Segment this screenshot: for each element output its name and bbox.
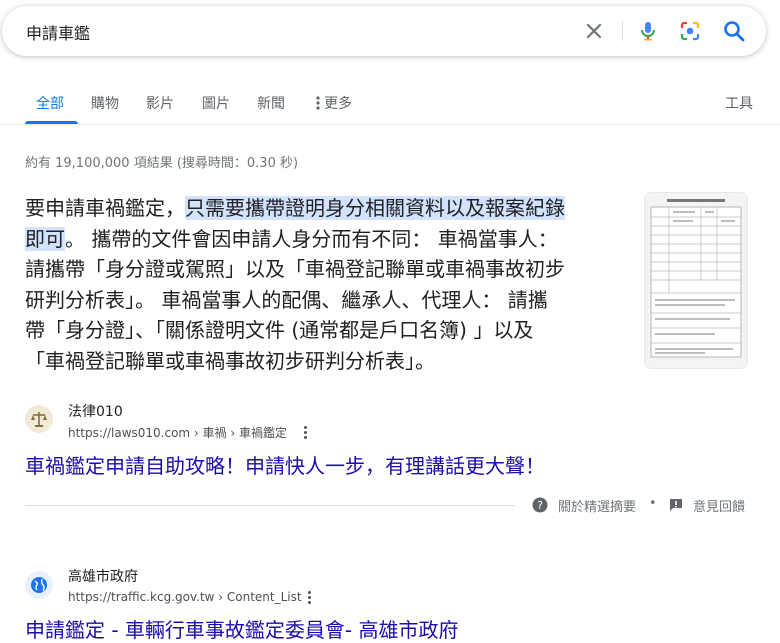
search-tabs: 全部 購物 影片 圖片 新聞 更多 工具 xyxy=(0,90,780,124)
snippet-line: 「車禍登記聯單或車禍事故初步研判分析表」。 xyxy=(25,348,435,373)
tools-button[interactable]: 工具 xyxy=(725,93,753,113)
snippet-line: 研判分析表」。 車禍當事人的配偶、繼承人、代理人： 請攜 xyxy=(25,287,548,312)
featured-snippet-text: 要申請車禍鑑定，只需要攜帶證明身分相關資料以及報案紀錄 即可。 攜帶的文件會因申… xyxy=(25,193,625,376)
microphone-icon[interactable] xyxy=(636,19,660,43)
lens-icon[interactable] xyxy=(678,19,702,43)
tab-videos[interactable]: 影片 xyxy=(146,93,174,113)
tab-shopping[interactable]: 購物 xyxy=(91,93,119,113)
snippet-thumbnail[interactable] xyxy=(644,192,748,369)
result-url[interactable]: https://traffic.kcg.gov.tw › Content_Lis… xyxy=(68,590,302,604)
site-favicon-icon[interactable] xyxy=(25,405,53,433)
help-icon[interactable]: ? xyxy=(532,497,548,517)
result-url[interactable]: https://laws010.com › 車禍 › 車禍鑑定 xyxy=(68,424,287,441)
divider xyxy=(25,505,515,506)
tab-images[interactable]: 圖片 xyxy=(202,93,230,113)
footer-separator: • xyxy=(649,496,657,511)
result-title-link[interactable]: 車禍鑑定申請自助攻略！申請快人一步，有理講話更大聲！ xyxy=(25,450,545,479)
more-options-icon[interactable] xyxy=(307,590,311,606)
tab-all[interactable]: 全部 xyxy=(36,93,64,113)
svg-text:?: ? xyxy=(537,499,543,512)
tab-more[interactable]: 更多 xyxy=(316,93,352,114)
more-vert-icon xyxy=(316,96,320,114)
feedback-link[interactable]: 意見回饋 xyxy=(693,496,745,515)
more-options-icon[interactable] xyxy=(303,425,307,441)
site-favicon-icon[interactable] xyxy=(25,571,53,599)
result-site-name[interactable]: 高雄市政府 xyxy=(68,566,138,586)
result-site-name[interactable]: 法律010 xyxy=(68,401,123,421)
result-stats: 約有 19,100,000 項結果 (搜尋時間：0.30 秒) xyxy=(25,156,299,171)
snippet-line: 要申請車禍鑑定，只需要攜帶證明身分相關資料以及報案紀錄 xyxy=(25,196,565,220)
search-icon[interactable] xyxy=(722,19,746,43)
search-input[interactable]: 申請車鑑 xyxy=(26,20,90,44)
snippet-highlight: 即可 xyxy=(25,226,65,251)
snippet-line: 帶「身分證」、「關係證明文件 (通常都是戶口名簿) 」以及 xyxy=(25,318,534,342)
about-featured-snippets-link[interactable]: 關於精選摘要 xyxy=(558,496,636,515)
tab-more-label: 更多 xyxy=(324,96,352,112)
result-title-link[interactable]: 申請鑑定 - 車輛行車事故鑑定委員會- 高雄市政府 xyxy=(25,614,459,643)
search-bar[interactable]: 申請車鑑 xyxy=(2,6,766,56)
snippet-line: 請攜帶「身分證或駕照」以及「車禍登記聯單或車禍事故初步 xyxy=(25,257,565,281)
divider xyxy=(622,21,623,41)
divider xyxy=(0,124,780,125)
tab-news[interactable]: 新聞 xyxy=(257,93,285,113)
clear-icon[interactable] xyxy=(582,19,606,43)
feedback-icon[interactable] xyxy=(668,497,684,517)
snippet-line: 即可。 攜帶的文件會因申請人身分而有不同： 車禍當事人： xyxy=(25,226,558,251)
snippet-highlight: 只需要攜帶證明身分相關資料以及報案紀錄 xyxy=(185,196,565,220)
